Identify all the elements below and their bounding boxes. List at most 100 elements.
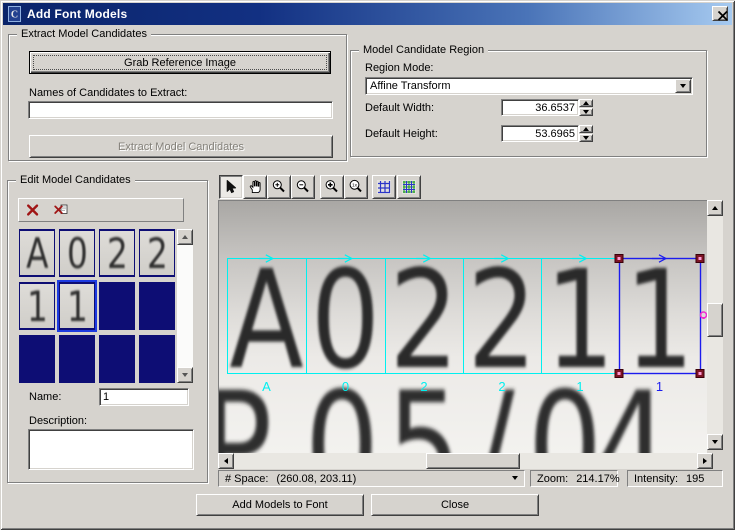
add-models-to-font-button[interactable]: Add Models to Font — [196, 494, 364, 516]
description-label: Description: — [29, 415, 88, 427]
spin-up-icon — [583, 127, 589, 131]
coordinate-space-panel[interactable]: # Space: (260.08, 203.11) — [218, 470, 525, 487]
region-mode-label: Region Mode: — [365, 62, 434, 74]
candidate-cell[interactable]: A — [19, 229, 55, 277]
default-height-input[interactable] — [502, 126, 578, 141]
viewer-toolbar: 1x — [0, 175, 735, 199]
arrow-right-icon — [703, 458, 707, 464]
chevron-down-icon[interactable] — [512, 476, 518, 480]
arrow-down-icon — [712, 440, 718, 444]
handle-dot — [698, 372, 702, 375]
region-mode-combobox[interactable]: Affine Transform — [365, 77, 693, 95]
scroll-down-button[interactable] — [707, 434, 723, 450]
zoom-value: 214.17% — [576, 472, 620, 485]
candidate-cell[interactable]: 0 — [59, 229, 95, 277]
height-spin-down-button[interactable] — [579, 134, 593, 142]
chevron-down-icon — [680, 84, 686, 88]
rotation-handle-dot — [702, 317, 705, 319]
close-icon — [715, 8, 728, 21]
close-button[interactable]: Close — [371, 494, 539, 516]
pan-tool[interactable] — [243, 175, 267, 199]
extract-model-candidates-button[interactable]: Extract Model Candidates — [29, 135, 333, 158]
group-title: Extract Model Candidates — [17, 28, 151, 40]
scroll-up-button[interactable] — [177, 229, 193, 245]
window-title: Add Font Models — [27, 7, 128, 21]
intensity-value: 195 — [686, 472, 705, 485]
add-font-models-dialog: C Add Font Models Extract Model Candidat… — [0, 0, 735, 530]
candidate-label: 1 — [656, 379, 663, 394]
region-mode-value: Affine Transform — [370, 80, 451, 92]
image-char: 2 — [389, 242, 458, 400]
zoom-fit-tool[interactable] — [320, 175, 344, 199]
candidate-cell[interactable] — [139, 335, 175, 383]
handle-dot — [617, 257, 621, 260]
candidate-cell[interactable] — [19, 335, 55, 383]
grab-reference-image-button[interactable]: Grab Reference Image — [29, 51, 331, 74]
model-candidate-region-group: Model Candidate Region Region Mode: Affi… — [350, 44, 707, 157]
grid-toggle[interactable] — [372, 175, 396, 199]
candidate-cell[interactable] — [139, 282, 175, 330]
scroll-up-button[interactable] — [707, 200, 723, 216]
candidate-cell[interactable] — [59, 335, 95, 383]
reference-image[interactable]: P05/04A02211A02211 — [219, 201, 707, 453]
image-viewport[interactable]: P05/04A02211A02211 — [218, 200, 707, 453]
image-char: 1 — [625, 242, 694, 400]
pointer-icon — [223, 179, 239, 195]
candidate-cell[interactable] — [99, 282, 135, 330]
candidate-name-input[interactable] — [100, 389, 188, 405]
candidate-label: 2 — [420, 379, 427, 394]
height-spin-up-button[interactable] — [579, 125, 593, 133]
viewer-hscrollbar[interactable] — [218, 453, 713, 469]
candidate-label: 1 — [576, 379, 583, 394]
select-tool[interactable] — [219, 175, 243, 199]
edit-model-candidates-group: Edit Model Candidates A02211 Name: Descr… — [7, 174, 208, 483]
arrow-up-icon — [712, 206, 718, 210]
default-width-label: Default Width: — [365, 102, 435, 114]
names-of-candidates-label: Names of Candidates to Extract: — [29, 87, 188, 99]
scroll-left-button[interactable] — [218, 453, 234, 469]
scroll-right-button[interactable] — [697, 453, 713, 469]
hscroll-thumb[interactable] — [426, 453, 520, 469]
candidate-thumb: 1 — [60, 284, 94, 328]
arrow-down-icon — [182, 373, 188, 377]
candidate-label: 2 — [498, 379, 505, 394]
image-char: 0 — [311, 242, 380, 400]
zoom-in-icon — [271, 179, 287, 195]
names-field-frame — [28, 101, 333, 119]
width-spin-up-button[interactable] — [579, 99, 593, 107]
default-width-input[interactable] — [502, 100, 578, 115]
space-label: # Space: — [225, 472, 269, 485]
image-char: 2 — [467, 242, 536, 400]
viewer-vscrollbar[interactable] — [707, 200, 723, 450]
zoom-out-tool[interactable] — [291, 175, 315, 199]
close-window-button[interactable] — [712, 6, 728, 21]
handle-dot — [698, 257, 702, 260]
candidate-cell[interactable]: 2 — [99, 229, 135, 277]
region-mode-dropdown-button[interactable] — [675, 79, 691, 93]
grid-fine-icon — [401, 179, 417, 195]
scroll-down-button[interactable] — [177, 367, 193, 383]
width-spin-down-button[interactable] — [579, 108, 593, 116]
vscroll-thumb[interactable] — [707, 303, 723, 337]
candidate-cell[interactable]: 2 — [139, 229, 175, 277]
zoom-in-tool[interactable] — [267, 175, 291, 199]
candidate-grid-scrollbar[interactable] — [177, 229, 193, 383]
spin-down-icon — [583, 110, 589, 114]
name-label: Name: — [29, 391, 62, 403]
names-of-candidates-input[interactable] — [29, 102, 332, 118]
candidate-cell[interactable]: 1 — [19, 282, 55, 330]
candidate-description-input[interactable] — [29, 430, 193, 469]
fine-grid-toggle[interactable] — [397, 175, 421, 199]
handle-dot — [617, 372, 621, 375]
name-field-frame — [99, 388, 189, 406]
candidate-thumb: 1 — [20, 284, 54, 328]
spin-up-icon — [583, 101, 589, 105]
image-char: A — [229, 242, 303, 400]
zoom-reset-tool[interactable]: 1x — [344, 175, 368, 199]
candidate-cell[interactable]: 1 — [57, 280, 97, 332]
candidate-cell[interactable] — [99, 335, 135, 383]
title-bar[interactable]: C Add Font Models — [3, 3, 732, 25]
zoom-label: Zoom: — [537, 472, 569, 485]
default-width-frame — [501, 99, 579, 116]
description-frame — [28, 429, 194, 470]
